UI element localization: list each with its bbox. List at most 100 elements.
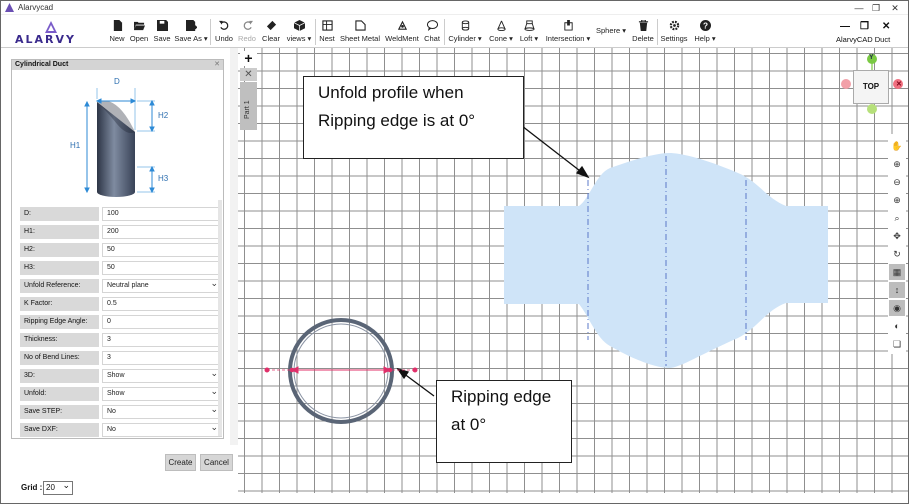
redo-button[interactable]: Redo — [237, 20, 257, 46]
undo-button[interactable]: Undo — [214, 20, 234, 46]
3d-select[interactable]: Show — [102, 367, 222, 383]
thickness-input[interactable]: 3 — [102, 333, 222, 347]
k-factor-input[interactable]: 0.5 — [102, 297, 222, 311]
d-input[interactable]: 100 — [102, 207, 222, 221]
h3-input[interactable]: 50 — [102, 261, 222, 275]
undo-label: Undo — [215, 34, 233, 43]
unfold-callout: Unfold profile when Ripping edge is at 0… — [303, 76, 524, 159]
field-label: Unfold: — [20, 387, 99, 401]
cancel-button[interactable]: Cancel — [200, 454, 233, 471]
x-axis-label: ✕ — [896, 81, 902, 88]
layers-icon[interactable]: ❏ — [889, 336, 905, 352]
document-name: AlarvyCAD Duct — [836, 35, 891, 44]
ripping-callout: Ripping edge at 0° — [436, 380, 572, 463]
visibility-eye-icon[interactable]: ◉ — [889, 300, 905, 316]
close-part-button[interactable]: ✕ — [240, 68, 257, 81]
field-unfold-reference: Unfold Reference: Neutral plane — [20, 277, 222, 293]
intersection-label: Intersection ▾ — [545, 34, 591, 43]
eraser-icon — [266, 20, 276, 31]
loft-menu-button[interactable]: Loft ▾ — [517, 20, 541, 46]
z-axis-handle — [867, 104, 877, 114]
h2-input[interactable]: 50 — [102, 243, 222, 257]
chat-button[interactable]: Chat — [422, 20, 442, 46]
save-step-select[interactable]: No — [102, 403, 222, 419]
minimize-doc-button[interactable]: — — [840, 21, 850, 32]
unfold-select[interactable]: Show — [102, 385, 222, 401]
sphere-menu-button[interactable]: Sphere ▾ — [594, 20, 628, 46]
panel-close-button[interactable]: ✕ — [214, 60, 220, 70]
pan-hand-icon[interactable]: ✋ — [889, 138, 905, 154]
field-label: H2: — [20, 243, 99, 257]
weldment-button[interactable]: WeldMent — [384, 20, 420, 46]
nest-button[interactable]: Nest — [318, 20, 336, 46]
zoom-fit-icon[interactable]: ⊕ — [889, 192, 905, 208]
close-doc-button[interactable]: ✕ — [882, 21, 890, 32]
nest-label: Nest — [319, 34, 335, 43]
axis-toggle-icon[interactable]: ↕ — [889, 282, 905, 298]
app-window: Alarvycad — ❐ ✕ ALARVY New Open Save Sav… — [0, 0, 909, 504]
view-cube-top-face[interactable]: TOP — [853, 70, 889, 104]
zoom-window-icon[interactable]: ⌕ — [889, 210, 905, 226]
move-icon[interactable]: ✥ — [889, 228, 905, 244]
sheet-metal-button[interactable]: Sheet Metal — [339, 20, 381, 46]
rotate-icon[interactable]: ↻ — [889, 246, 905, 262]
new-file-icon — [113, 20, 122, 31]
field-h2: H2: 50 — [20, 243, 222, 257]
panel-scrollbar[interactable] — [218, 200, 222, 436]
views-button[interactable]: views ▾ — [285, 20, 313, 46]
cylinder-menu-button[interactable]: Cylinder ▾ — [446, 20, 484, 46]
cube-icon — [293, 20, 305, 31]
intersection-menu-button[interactable]: Intersection ▾ — [544, 20, 592, 46]
field-thickness: Thickness: 3 — [20, 333, 222, 347]
panel-splitter[interactable] — [230, 48, 238, 445]
ripping-edge-angle-input[interactable]: 0 — [102, 315, 222, 329]
close-window-button[interactable]: ✕ — [889, 2, 901, 14]
gear-icon — [669, 20, 679, 31]
status-bar: Grid : 20 — [1, 477, 238, 503]
views-label: views ▾ — [286, 34, 312, 43]
restore-button[interactable]: ❐ — [870, 2, 882, 14]
shading-icon[interactable]: ◐ — [889, 318, 905, 334]
save-as-icon — [185, 20, 197, 31]
restore-doc-button[interactable]: ❐ — [860, 21, 869, 32]
field-label: Thickness: — [20, 333, 99, 347]
panel-header: Cylindrical Duct ✕ — [12, 60, 223, 70]
sheet-metal-icon — [354, 20, 366, 31]
drawing-canvas[interactable]: + ✕ Part 1 Y ✕ TOP ✋ ⊕ ⊖ ⊕ ⌕ ✥ ↻ ▦ ↕ ◉ ◐… — [238, 48, 908, 493]
svg-text:?: ? — [702, 22, 707, 31]
delete-button[interactable]: Delete — [631, 20, 655, 46]
help-menu-button[interactable]: ? Help ▾ — [691, 20, 719, 46]
part-tab-label: Part 1 — [244, 100, 251, 119]
unfold-reference-select[interactable]: Neutral plane — [102, 277, 222, 293]
add-part-button[interactable]: + — [240, 51, 257, 66]
save-dxf-select[interactable]: No — [102, 421, 222, 437]
save-as-button[interactable]: Save As ▾ — [174, 20, 208, 46]
clear-label: Clear — [262, 34, 280, 43]
save-button[interactable]: Save — [152, 20, 172, 46]
brand-name: ALARVY — [15, 33, 76, 46]
field-k-factor: K Factor: 0.5 — [20, 297, 222, 311]
open-label: Open — [129, 34, 149, 43]
redo-icon — [243, 20, 253, 30]
zoom-in-icon[interactable]: ⊕ — [889, 156, 905, 172]
create-button[interactable]: Create — [165, 454, 196, 471]
unfold-callout-text: Unfold profile when Ripping edge is at 0… — [318, 83, 476, 130]
bend-lines-input[interactable]: 3 — [102, 351, 222, 365]
grid-size-select[interactable]: 20 — [43, 479, 73, 495]
tab-part-1[interactable]: Part 1 — [240, 82, 257, 130]
clear-button[interactable]: Clear — [260, 20, 282, 46]
diagram-label-h3: H3 — [158, 174, 169, 183]
diagram-label-h2: H2 — [158, 111, 169, 120]
h1-input[interactable]: 200 — [102, 225, 222, 239]
minimize-button[interactable]: — — [853, 2, 865, 14]
new-button[interactable]: New — [107, 20, 127, 46]
help-icon: ? — [699, 20, 711, 31]
view-cube[interactable]: Y ✕ TOP — [841, 53, 903, 115]
open-button[interactable]: Open — [128, 20, 150, 46]
grid-toggle-icon[interactable]: ▦ — [889, 264, 905, 280]
diagram-label-d: D — [114, 77, 120, 86]
toolbar-separator — [444, 19, 445, 45]
cone-menu-button[interactable]: Cone ▾ — [487, 20, 515, 46]
settings-button[interactable]: Settings — [660, 20, 688, 46]
zoom-out-icon[interactable]: ⊖ — [889, 174, 905, 190]
